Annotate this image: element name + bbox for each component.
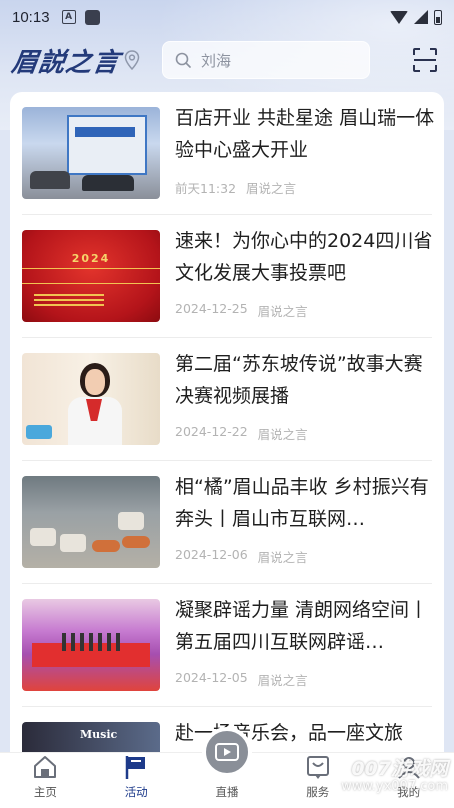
location-pin-icon[interactable] <box>124 50 140 70</box>
service-icon <box>306 756 329 779</box>
thumbnail-year-text: 2024 <box>71 252 111 265</box>
nav-activity[interactable]: 活动 <box>91 753 182 808</box>
watermark-title: 007游戏网 <box>351 758 448 780</box>
news-feed: 百店开业 共赴星途 眉山瑞一体验中心盛大开业 前天11:32 眉说之言 2024… <box>10 92 444 752</box>
news-thumbnail <box>22 353 160 445</box>
notification-square-icon <box>84 9 100 25</box>
scan-icon[interactable] <box>412 47 438 73</box>
news-source: 眉说之言 <box>257 304 308 319</box>
nav-service-label: 服务 <box>306 785 330 799</box>
signal-icon <box>414 10 428 24</box>
news-title: 凝聚辟谣力量 清朗网络空间丨第五届四川互联网辟谣… <box>175 599 429 653</box>
news-item[interactable]: 2024 速来！为你心中的2024四川省文化发展大事投票吧 2024-12-25… <box>22 215 432 338</box>
search-bar[interactable]: 刘海 <box>162 41 371 79</box>
news-meta: 2024-12-25 眉说之言 <box>175 301 308 320</box>
app-logo: 眉説之言 <box>9 47 122 78</box>
news-meta: 2024-12-05 眉说之言 <box>175 670 308 689</box>
news-date: 前天11:32 <box>175 181 237 196</box>
news-title: 第二届“苏东坡传说”故事大赛决赛视频展播 <box>175 353 423 407</box>
news-thumbnail <box>22 476 160 568</box>
news-item[interactable]: 百店开业 共赴星途 眉山瑞一体验中心盛大开业 前天11:32 眉说之言 <box>22 92 435 215</box>
nav-live-label: 直播 <box>215 785 239 799</box>
search-placeholder: 刘海 <box>201 51 232 70</box>
news-meta: 前天11:32 眉说之言 <box>175 178 296 197</box>
news-source: 眉说之言 <box>246 181 297 196</box>
home-icon <box>34 756 57 778</box>
watermark-url: www.yx007.com <box>341 779 448 794</box>
thumbnail-music-text: Music <box>80 728 118 741</box>
flag-icon <box>125 756 146 779</box>
news-thumbnail <box>22 107 160 199</box>
app-header: 眉説之言 刘海 <box>0 34 454 86</box>
battery-icon <box>434 9 442 25</box>
news-item[interactable]: 相“橘”眉山品丰收 乡村振兴有奔头丨眉山市互联网… 2024-12-06 眉说之… <box>22 461 432 584</box>
news-thumbnail: Music <box>22 722 160 752</box>
news-source: 眉说之言 <box>257 673 308 688</box>
news-item[interactable]: 凝聚辟谣力量 清朗网络空间丨第五届四川互联网辟谣… 2024-12-05 眉说之… <box>22 584 432 707</box>
nav-home[interactable]: 主页 <box>0 753 91 808</box>
news-meta: 2024-12-06 眉说之言 <box>175 547 308 566</box>
nav-activity-label: 活动 <box>124 785 148 799</box>
news-thumbnail: 2024 <box>22 230 160 322</box>
live-button[interactable] <box>201 727 252 777</box>
site-watermark: 007游戏网 www.yx007.com <box>338 760 448 806</box>
news-source: 眉说之言 <box>257 550 308 565</box>
news-thumbnail <box>22 599 160 691</box>
news-meta: 2024-12-22 眉说之言 <box>175 424 308 443</box>
news-item[interactable]: 第二届“苏东坡传说”故事大赛决赛视频展播 2024-12-22 眉说之言 <box>22 338 432 461</box>
news-title: 速来！为你心中的2024四川省文化发展大事投票吧 <box>175 230 433 284</box>
nav-home-label: 主页 <box>33 785 57 799</box>
live-tv-icon <box>214 743 239 761</box>
news-title: 百店开业 共赴星途 眉山瑞一体验中心盛大开业 <box>175 107 435 161</box>
news-source: 眉说之言 <box>257 427 308 442</box>
wifi-icon <box>390 10 408 24</box>
search-icon <box>175 52 191 68</box>
news-date: 2024-12-25 <box>175 301 248 316</box>
nav-live[interactable]: 直播 <box>182 727 273 808</box>
news-date: 2024-12-22 <box>175 424 248 439</box>
news-title: 相“橘”眉山品丰收 乡村振兴有奔头丨眉山市互联网… <box>175 476 429 530</box>
news-date: 2024-12-05 <box>175 670 248 685</box>
keyboard-a-icon: A <box>61 10 76 24</box>
status-time: 10:13 <box>12 8 50 26</box>
news-date: 2024-12-06 <box>175 547 248 562</box>
status-bar: 10:13 A <box>0 0 454 34</box>
